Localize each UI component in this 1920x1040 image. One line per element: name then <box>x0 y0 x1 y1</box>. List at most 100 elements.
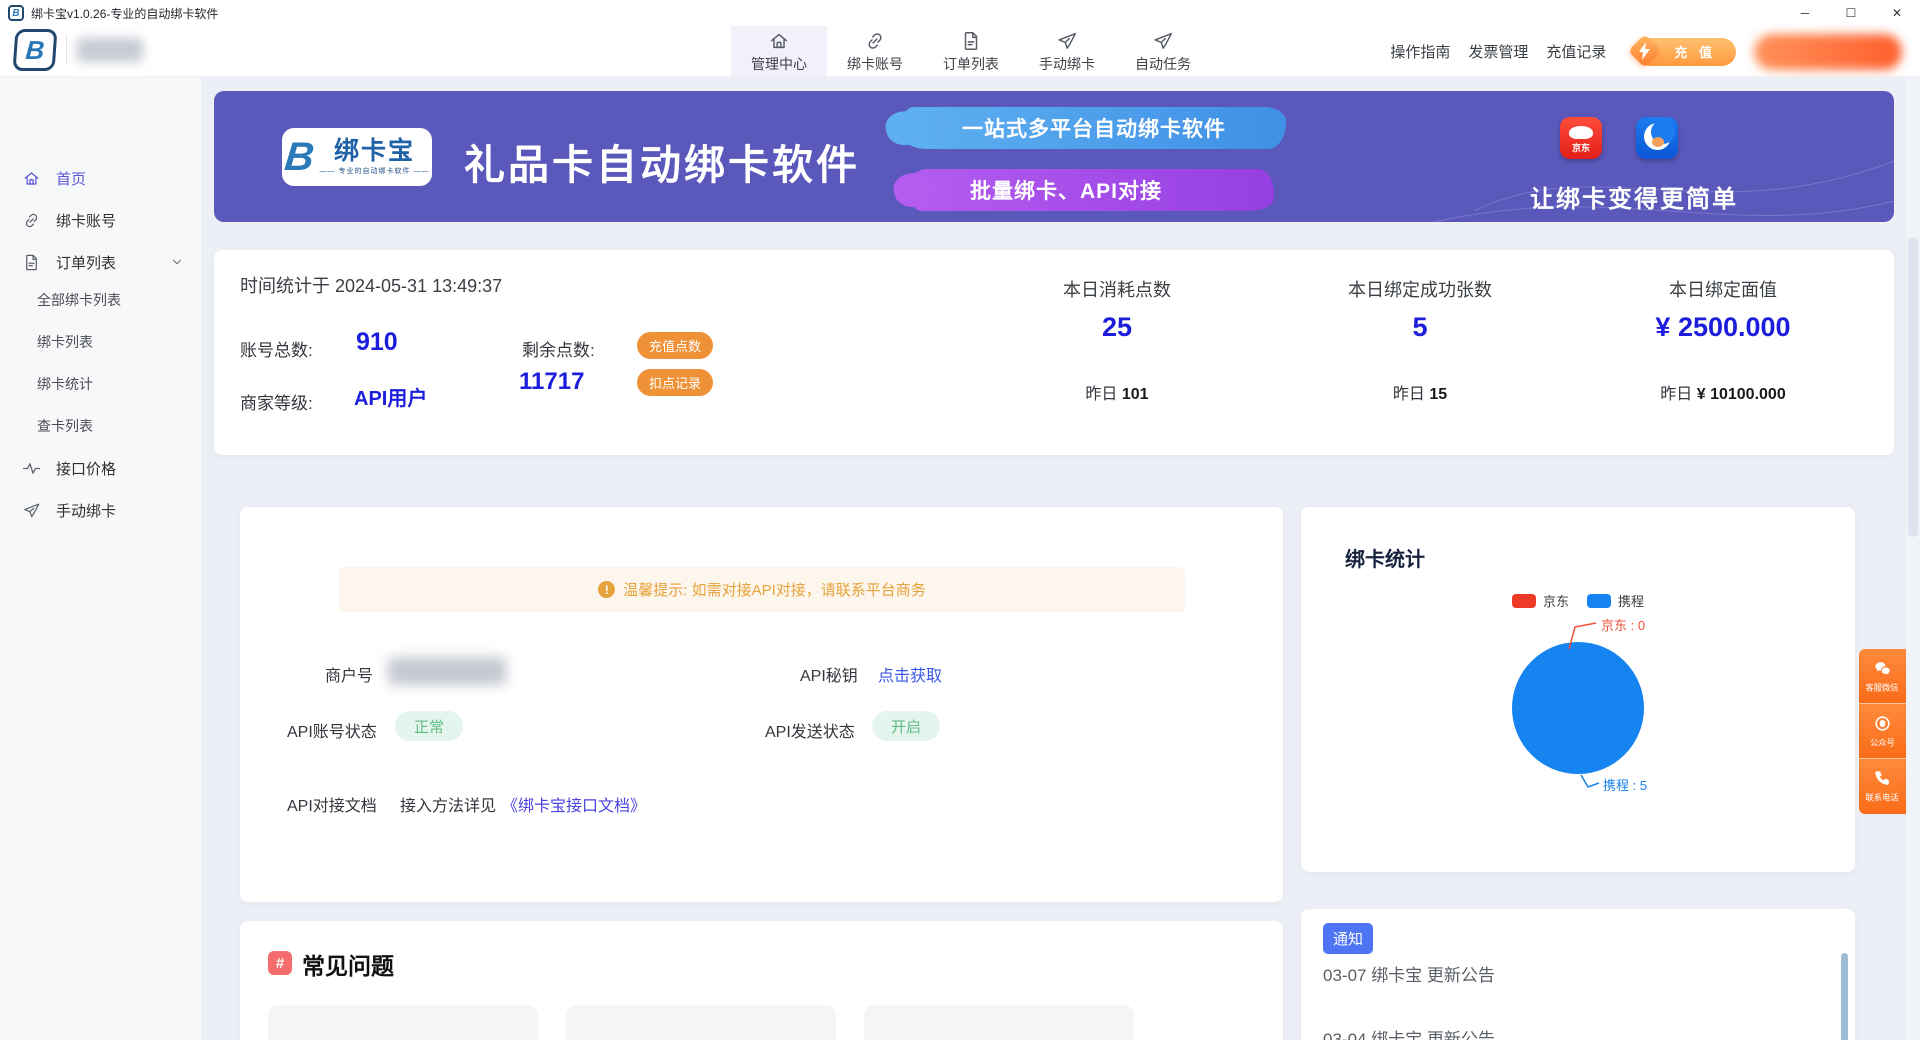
pie-label-ctrip: 携程 : 5 <box>1603 775 1647 794</box>
page-scrollbar-track[interactable] <box>1906 77 1920 1040</box>
home-icon <box>768 30 790 52</box>
sidebar-item-bind-list[interactable]: 绑卡列表 <box>0 322 202 362</box>
stat-col-bind-success: 本日绑定成功张数 5 昨日 15 <box>1270 250 1570 455</box>
faq-card: # 常见问题 <box>240 921 1283 1040</box>
redacted-merchant-id <box>388 657 506 685</box>
recharge-button[interactable]: 充 值 <box>1636 38 1736 66</box>
contact-phone-button[interactable]: 联系电话 <box>1859 759 1906 814</box>
points-label: 剩余点数: <box>522 336 595 361</box>
banner-badge-1: 一站式多平台自动绑卡软件 <box>900 107 1286 149</box>
app-icon: B <box>8 5 24 21</box>
faq-title: 常见问题 <box>302 947 394 981</box>
warning-icon: ! <box>598 581 615 598</box>
warning-text: 温馨提示: 如需对接API对接，请联系平台商务 <box>623 579 926 600</box>
sidebar-item-home[interactable]: 首页 <box>0 157 202 199</box>
header: B 管理中心 绑卡账号 订单列表 <box>0 26 1920 77</box>
notice-item[interactable]: 03-04 绑卡宝 更新公告 <box>1323 1025 1495 1040</box>
account-total-label: 账号总数: <box>240 336 313 361</box>
pie-leader-lines <box>1301 507 1855 872</box>
brand-logo: B <box>13 29 58 71</box>
main-content: B 绑卡宝 —— 专业的自动绑卡软件 —— 礼品卡自动绑卡软件 一站式多平台自动… <box>202 77 1906 1040</box>
tab-order-list[interactable]: 订单列表 <box>923 26 1019 77</box>
sidebar-item-bind-accounts[interactable]: 绑卡账号 <box>0 199 202 241</box>
ctrip-icon <box>1636 117 1678 159</box>
link-icon <box>22 211 41 230</box>
page-scrollbar-thumb[interactable] <box>1908 237 1918 537</box>
notice-badge: 通知 <box>1323 923 1373 954</box>
send-icon <box>1056 30 1078 52</box>
link-operation-guide[interactable]: 操作指南 <box>1390 41 1450 62</box>
account-total-value: 910 <box>356 328 398 357</box>
api-doc-text: 接入方法详见 <box>400 792 496 816</box>
api-doc-link[interactable]: 《绑卡宝接口文档》 <box>502 792 646 816</box>
get-api-key-link[interactable]: 点击获取 <box>878 662 942 686</box>
link-recharge-records[interactable]: 充值记录 <box>1546 41 1606 62</box>
merchant-level-value: API用户 <box>354 382 427 411</box>
home-icon <box>22 169 41 188</box>
deduction-log-button[interactable]: 扣点记录 <box>637 369 713 396</box>
account-status-badge: 正常 <box>395 711 463 741</box>
close-button[interactable]: ✕ <box>1874 0 1920 26</box>
sidebar-item-card-query-list[interactable]: 查卡列表 <box>0 406 202 446</box>
pie-label-jd: 京东 : 0 <box>1601 615 1645 634</box>
maximize-button[interactable]: ☐ <box>1828 0 1874 26</box>
recharge-points-button[interactable]: 充值点数 <box>637 332 713 359</box>
activity-icon <box>22 459 41 478</box>
titlebar: B 绑卡宝v1.0.26-专业的自动绑卡软件 ─ ☐ ✕ <box>0 0 1920 26</box>
faq-item[interactable] <box>864 1005 1134 1040</box>
send-icon <box>1152 30 1174 52</box>
official-account-icon <box>1873 714 1892 733</box>
logo-mark: B <box>283 137 316 177</box>
stat-col-points-used: 本日消耗点数 25 昨日 101 <box>967 250 1267 455</box>
sidebar-item-order-list[interactable]: 订单列表 <box>0 241 202 283</box>
send-icon <box>22 501 41 520</box>
api-key-label: API秘钥 <box>800 662 858 686</box>
logo-name: 绑卡宝 <box>334 138 415 166</box>
banner-title: 礼品卡自动绑卡软件 <box>464 131 860 191</box>
app-window: B 绑卡宝v1.0.26-专业的自动绑卡软件 ─ ☐ ✕ B 管理中心 <box>0 0 1920 1040</box>
faq-icon: # <box>268 951 292 975</box>
tab-auto-task[interactable]: 自动任务 <box>1115 26 1211 77</box>
link-icon <box>864 30 886 52</box>
tab-manual-bind[interactable]: 手动绑卡 <box>1019 26 1115 77</box>
wechat-icon <box>1873 659 1892 678</box>
redacted-account-button[interactable] <box>1754 34 1902 70</box>
api-card: ! 温馨提示: 如需对接API对接，请联系平台商务 商户号 API秘钥 点击获取… <box>240 507 1283 902</box>
tab-management-center[interactable]: 管理中心 <box>731 26 827 77</box>
notice-scrollbar[interactable] <box>1841 953 1848 1040</box>
points-value: 11717 <box>519 368 584 396</box>
banner-slogan: 让绑卡变得更简单 <box>1514 179 1754 214</box>
document-icon <box>22 253 41 272</box>
link-invoice-management[interactable]: 发票管理 <box>1468 41 1528 62</box>
customer-service-wechat-button[interactable]: 客服微信 <box>1859 649 1906 704</box>
chevron-down-icon <box>170 255 184 269</box>
merchant-id-label: 商户号 <box>325 662 373 686</box>
notice-card: 通知 03-07 绑卡宝 更新公告 03-04 绑卡宝 更新公告 <box>1301 909 1855 1040</box>
faq-item[interactable] <box>566 1005 836 1040</box>
jd-icon: 京东 <box>1560 117 1602 159</box>
stat-col-bind-value: 本日绑定面值 ¥ 2500.000 昨日 ¥ 10100.000 <box>1573 250 1873 455</box>
notice-item[interactable]: 03-07 绑卡宝 更新公告 <box>1323 961 1495 986</box>
bind-stats-chart-card: 绑卡统计 京东 携程 京东 : 0 携程 : 5 <box>1301 507 1855 872</box>
logo-tagline: —— 专业的自动绑卡软件 —— <box>320 166 430 176</box>
tab-bind-accounts[interactable]: 绑卡账号 <box>827 26 923 77</box>
send-status-badge: 开启 <box>872 711 940 741</box>
phone-icon <box>1873 769 1892 788</box>
merchant-level-label: 商家等级: <box>240 389 313 414</box>
divider <box>66 35 67 65</box>
official-account-button[interactable]: 公众号 <box>1859 704 1906 759</box>
sidebar: 首页 绑卡账号 订单列表 全部绑卡列表 绑卡列表 绑卡统计 查卡列表 接口价格 … <box>0 77 202 1040</box>
minimize-button[interactable]: ─ <box>1782 0 1828 26</box>
faq-item[interactable] <box>268 1005 538 1040</box>
api-doc-label: API对接文档 <box>287 792 377 816</box>
sidebar-item-bind-stats[interactable]: 绑卡统计 <box>0 364 202 404</box>
stats-card: 时间统计于 2024-05-31 13:49:37 账号总数: 910 商家等级… <box>214 250 1894 455</box>
warning-banner: ! 温馨提示: 如需对接API对接，请联系平台商务 <box>339 567 1185 612</box>
sidebar-item-all-bind-list[interactable]: 全部绑卡列表 <box>0 280 202 320</box>
redacted-merchant-name <box>77 38 143 62</box>
sidebar-item-manual-bind[interactable]: 手动绑卡 <box>0 489 202 531</box>
send-status-label: API发送状态 <box>765 718 855 742</box>
hero-banner: B 绑卡宝 —— 专业的自动绑卡软件 —— 礼品卡自动绑卡软件 一站式多平台自动… <box>214 91 1894 222</box>
lightning-icon <box>1628 34 1662 68</box>
sidebar-item-api-price[interactable]: 接口价格 <box>0 447 202 489</box>
